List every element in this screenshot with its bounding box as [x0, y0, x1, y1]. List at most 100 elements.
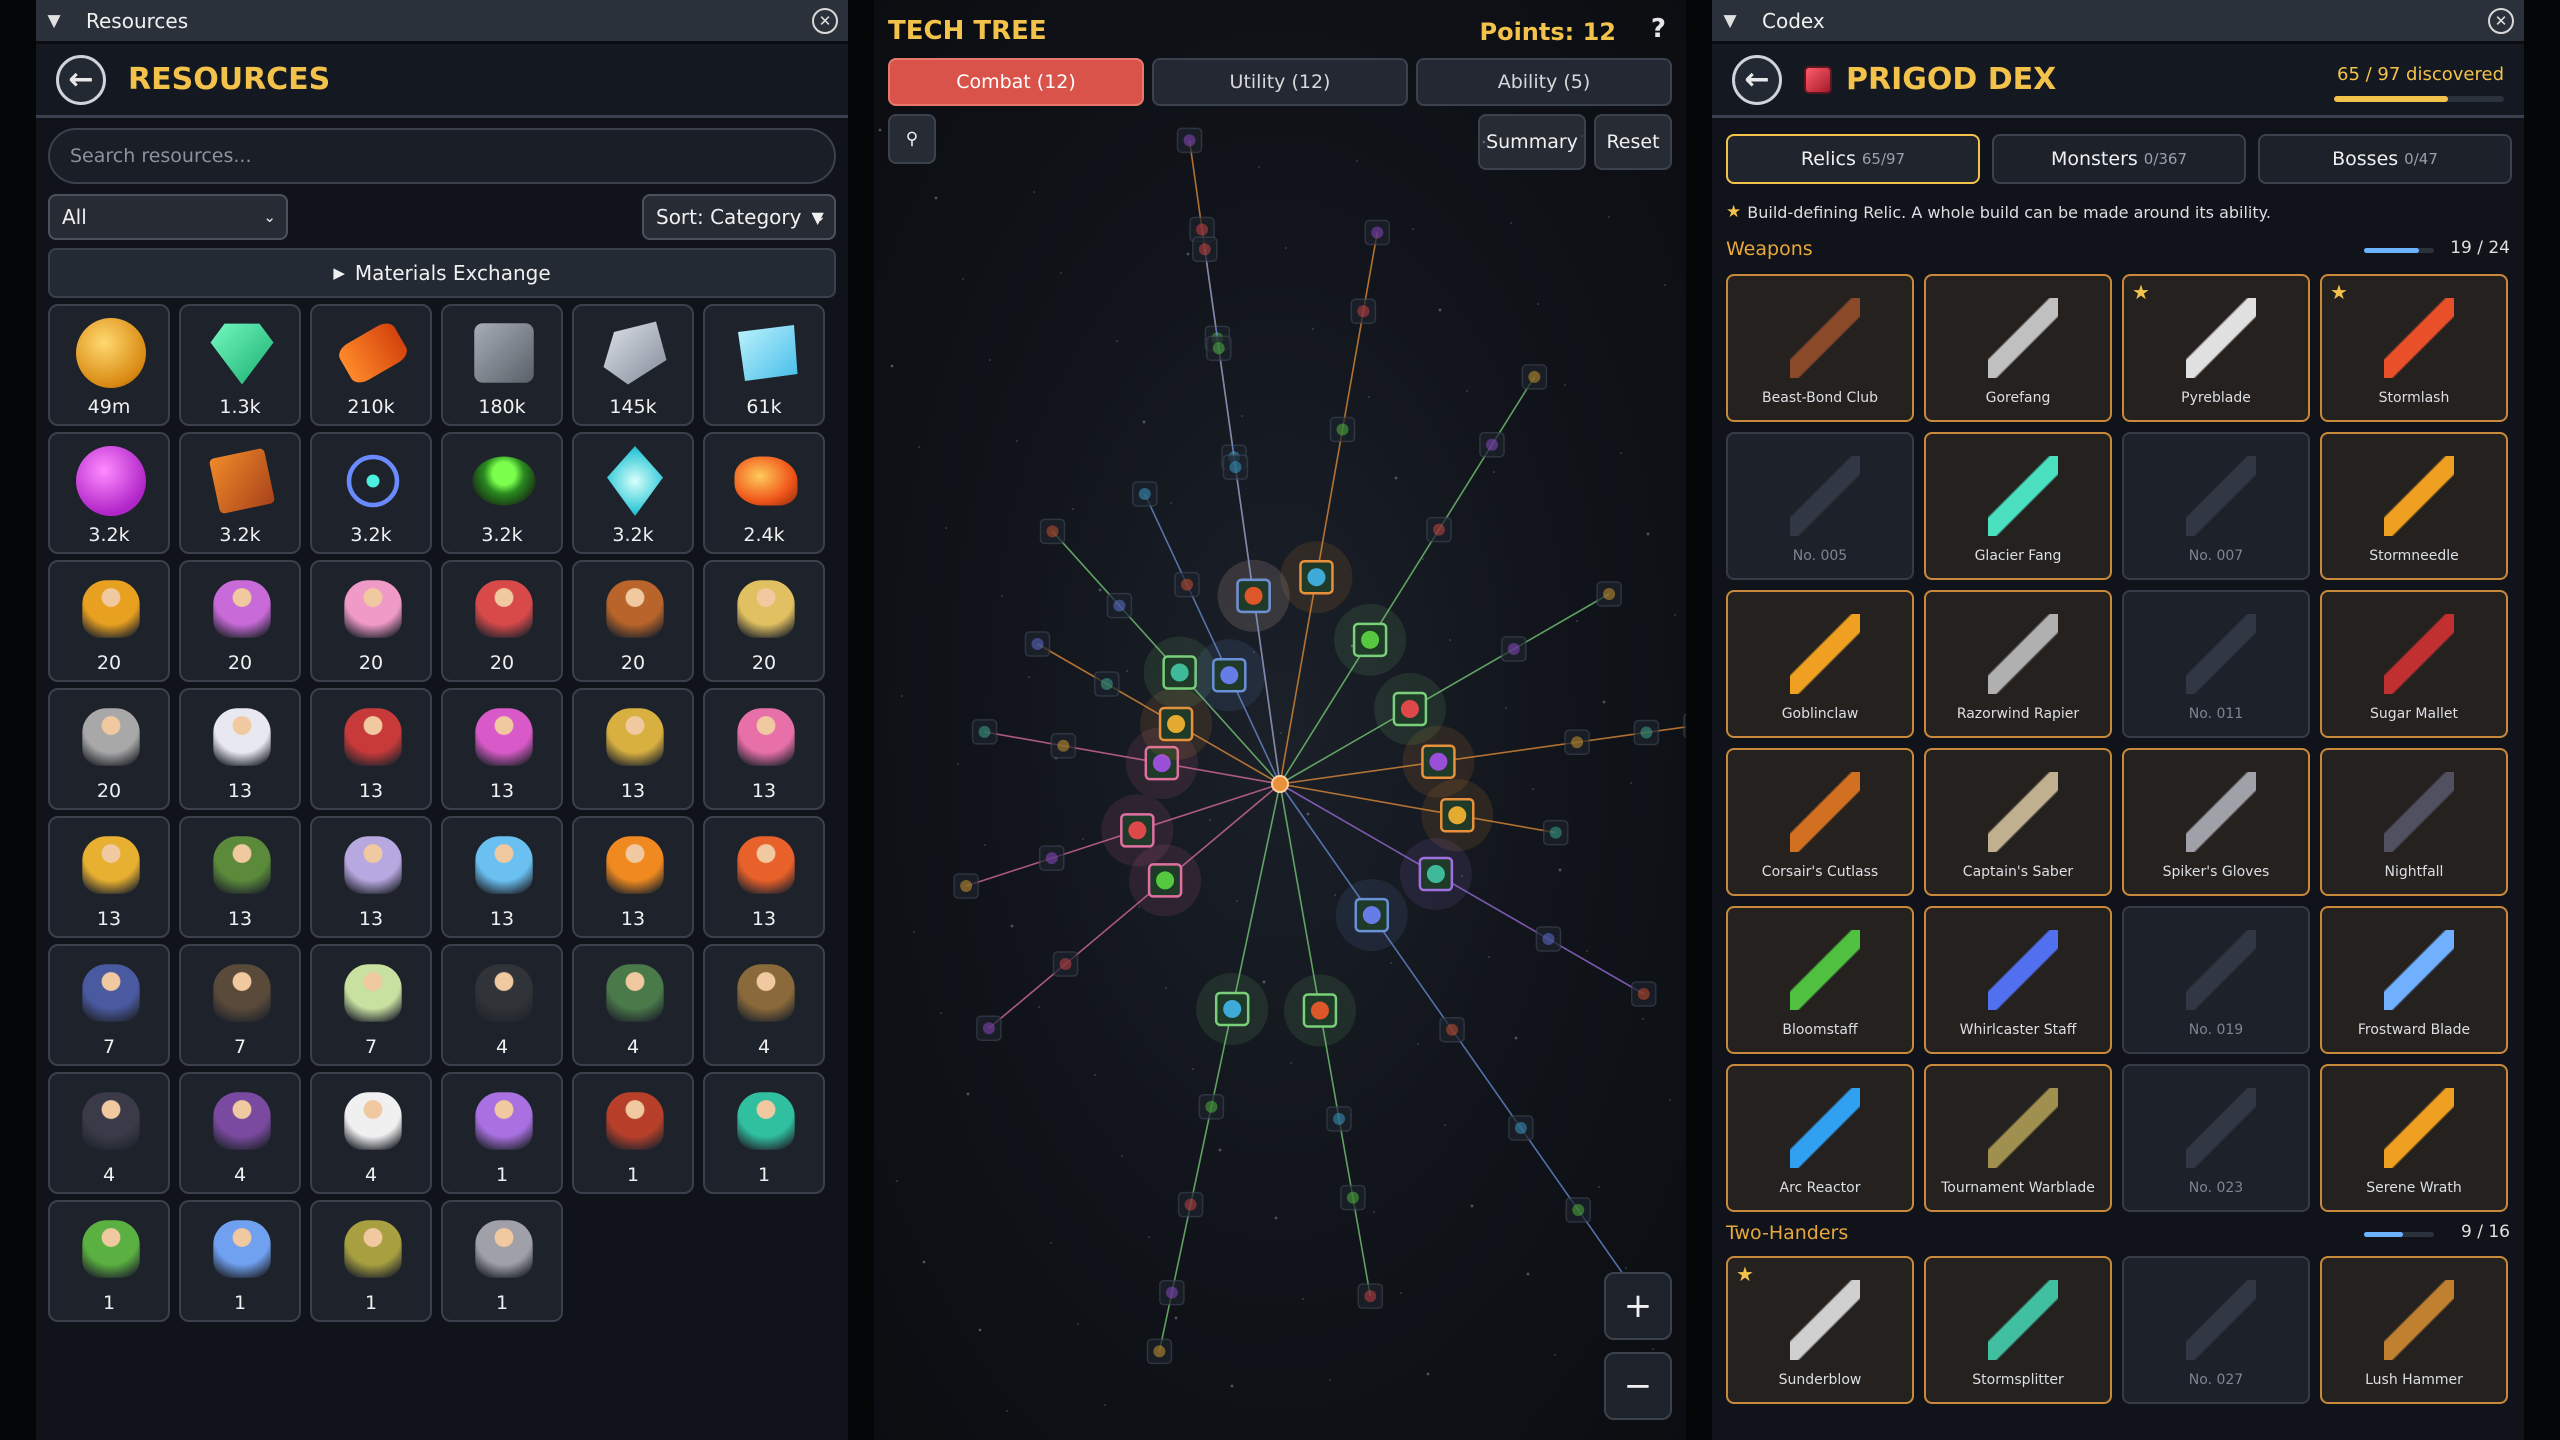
tech-tree-graph[interactable]	[874, 120, 1686, 1440]
tech-node[interactable]	[1106, 592, 1133, 619]
resource-slot[interactable]: 1	[48, 1200, 170, 1322]
tab-monsters[interactable]: Monsters 0/367	[1992, 134, 2246, 184]
locked-relic-card[interactable]: No. 023	[2122, 1064, 2310, 1212]
resource-slot[interactable]: 3.2k	[48, 432, 170, 554]
relic-card[interactable]: Serene Wrath	[2320, 1064, 2508, 1212]
resource-slot[interactable]: 20	[441, 560, 563, 682]
search-input[interactable]: Search resources...	[48, 128, 836, 184]
resource-slot[interactable]: 13	[572, 816, 694, 938]
filter-select[interactable]: All ⌄	[48, 194, 288, 240]
tech-node[interactable]	[1176, 127, 1203, 154]
resource-slot[interactable]: 4	[179, 1072, 301, 1194]
resource-slot[interactable]: 7	[310, 944, 432, 1066]
relic-card[interactable]: Captain's Saber	[1924, 748, 2112, 896]
resource-slot[interactable]: 13	[48, 816, 170, 938]
relic-card[interactable]: Sugar Mallet	[2320, 590, 2508, 738]
relic-card[interactable]: Corsair's Cutlass	[1726, 748, 1914, 896]
tech-node[interactable]	[1399, 838, 1472, 910]
tech-node[interactable]	[1439, 1016, 1465, 1043]
tech-node[interactable]	[1024, 631, 1051, 657]
back-arrow-icon[interactable]: ←	[56, 54, 106, 105]
tech-node[interactable]	[1596, 581, 1622, 607]
locked-relic-card[interactable]: No. 011	[2122, 590, 2310, 738]
resource-slot[interactable]: 3.2k	[179, 432, 301, 554]
tech-node[interactable]	[1633, 719, 1660, 746]
tech-node[interactable]	[953, 873, 979, 899]
resource-slot[interactable]: 20	[48, 560, 170, 682]
relic-card[interactable]: Nightfall	[2320, 748, 2508, 896]
resource-slot[interactable]: 13	[441, 688, 563, 810]
help-icon[interactable]: ?	[1651, 14, 1666, 44]
tech-node[interactable]	[1159, 1279, 1185, 1306]
resource-slot[interactable]: 4	[572, 944, 694, 1066]
locked-relic-card[interactable]: No. 027	[2122, 1256, 2310, 1404]
resource-slot[interactable]: 4	[441, 944, 563, 1066]
relic-card[interactable]: ★ Stormlash	[2320, 274, 2508, 422]
tech-node[interactable]	[1364, 219, 1390, 246]
tech-node[interactable]	[1426, 516, 1452, 543]
locked-relic-card[interactable]: No. 019	[2122, 906, 2310, 1054]
relic-card[interactable]: Lush Hammer	[2320, 1256, 2508, 1404]
close-icon[interactable]: ✕	[812, 7, 838, 34]
resource-slot[interactable]: 49m	[48, 304, 170, 426]
tech-node[interactable]	[1101, 794, 1174, 867]
relic-card[interactable]: Beast-Bond Club	[1726, 274, 1914, 422]
sort-select[interactable]: Sort: Category ▼ ⌄	[642, 194, 836, 240]
locked-relic-card[interactable]: No. 007	[2122, 432, 2310, 580]
collapse-triangle-icon[interactable]: ▼	[1712, 11, 1748, 31]
relic-card[interactable]: Tournament Warblade	[1924, 1064, 2112, 1212]
tech-node[interactable]	[1501, 636, 1527, 662]
tech-node[interactable]	[1038, 845, 1065, 871]
tech-node[interactable]	[971, 719, 998, 745]
resource-slot[interactable]: 1	[441, 1072, 563, 1194]
tech-node[interactable]	[1340, 1184, 1366, 1211]
tech-node[interactable]	[1283, 974, 1356, 1047]
tech-node[interactable]	[1535, 926, 1562, 952]
resource-slot[interactable]: 13	[703, 688, 825, 810]
resource-slot[interactable]: 4	[48, 1072, 170, 1194]
resource-slot[interactable]: 1	[310, 1200, 432, 1322]
tech-node[interactable]	[1196, 972, 1269, 1045]
relic-card[interactable]: Glacier Fang	[1924, 432, 2112, 580]
tech-node[interactable]	[1039, 518, 1066, 545]
relic-card[interactable]: Spiker's Gloves	[2122, 748, 2310, 896]
tab-ability[interactable]: Ability (5)	[1416, 58, 1672, 106]
resource-slot[interactable]: 13	[310, 688, 432, 810]
tech-node[interactable]	[1334, 603, 1407, 676]
tech-node[interactable]	[1508, 1115, 1534, 1141]
resource-slot[interactable]: 20	[179, 560, 301, 682]
resource-slot[interactable]: 13	[310, 816, 432, 938]
resource-slot[interactable]: 145k	[572, 304, 694, 426]
resource-slot[interactable]: 20	[48, 688, 170, 810]
resource-slot[interactable]: 4	[703, 944, 825, 1066]
relic-card[interactable]: Frostward Blade	[2320, 906, 2508, 1054]
tech-node[interactable]	[1050, 733, 1077, 759]
tech-node[interactable]	[1146, 1338, 1173, 1365]
materials-exchange-button[interactable]: ▶ Materials Exchange	[48, 248, 836, 298]
tech-node[interactable]	[1542, 819, 1569, 846]
resource-slot[interactable]: 2.4k	[703, 432, 825, 554]
resource-slot[interactable]: 13	[703, 816, 825, 938]
tech-node[interactable]	[1280, 541, 1353, 614]
tech-node[interactable]	[1683, 713, 1686, 738]
tech-node[interactable]	[1198, 1094, 1225, 1120]
relic-card[interactable]: Gorefang	[1924, 274, 2112, 422]
close-icon[interactable]: ✕	[2488, 7, 2514, 34]
tech-node[interactable]	[1521, 364, 1548, 390]
collapse-triangle-icon[interactable]: ▼	[36, 11, 72, 31]
tech-node[interactable]	[1329, 416, 1356, 443]
tab-bosses[interactable]: Bosses 0/47	[2258, 134, 2512, 184]
resource-slot[interactable]: 20	[703, 560, 825, 682]
tech-node[interactable]	[1326, 1106, 1352, 1132]
resource-slot[interactable]: 13	[572, 688, 694, 810]
tech-node[interactable]	[1193, 639, 1266, 712]
resource-slot[interactable]: 7	[179, 944, 301, 1066]
tech-node[interactable]	[1094, 671, 1120, 697]
tech-node[interactable]	[1132, 481, 1158, 507]
tech-node[interactable]	[976, 1015, 1002, 1042]
relic-card[interactable]: ★ Pyreblade	[2122, 274, 2310, 422]
back-arrow-icon[interactable]: ←	[1732, 54, 1782, 105]
tech-node[interactable]	[1564, 729, 1590, 755]
relic-card[interactable]: Stormsplitter	[1924, 1256, 2112, 1404]
tab-relics[interactable]: Relics 65/97	[1726, 134, 1980, 184]
